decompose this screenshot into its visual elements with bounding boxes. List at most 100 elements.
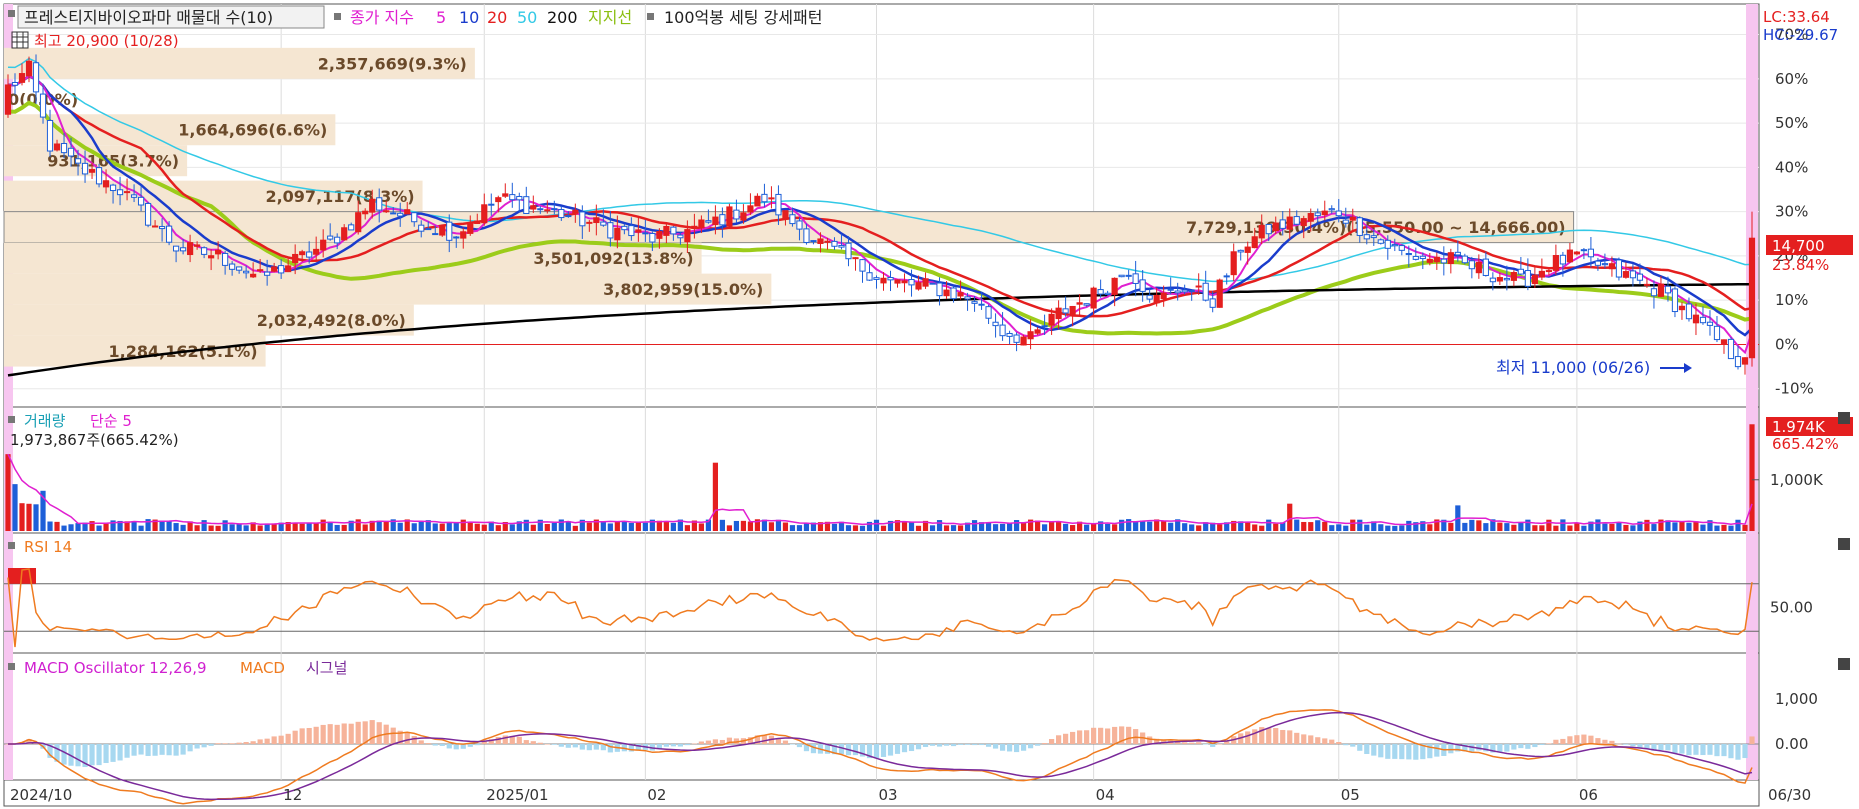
rsi-y-tick: 50.00 [1770,599,1813,617]
volume-last: 1.974K [1772,418,1826,436]
volume-bar [1161,521,1167,531]
candle-body [1629,270,1637,279]
candle-body [1174,290,1181,294]
volume-bar [775,519,782,531]
rsi-panel[interactable] [3,532,1760,654]
candle-body [1748,237,1756,359]
rsi-close-icon[interactable] [1838,538,1850,550]
macd-osc-bar [999,744,1006,751]
candle-body [1216,279,1223,308]
macd-osc-bar [411,736,417,744]
volume-close-icon[interactable] [1838,412,1850,424]
candle-body [1335,210,1342,217]
macd-osc-bar [1287,730,1293,744]
candle-body [866,272,873,281]
candle-body [1426,258,1433,263]
macd-osc-bar [264,738,270,744]
candle-body [1454,251,1461,256]
volume-bar [1294,519,1300,531]
candle-body [95,167,103,185]
macd-osc-bar [1041,743,1048,744]
candle-body [1475,261,1482,274]
volume-bar [1084,524,1090,531]
candle-body [642,232,649,235]
candle-body [537,208,544,211]
volume-bar [768,522,775,531]
volume-bar [558,519,564,531]
volume-bar [1448,522,1454,531]
macd-osc-bar [1721,744,1727,757]
macd-osc-bar [1560,738,1566,744]
macd-osc-bar [320,724,326,744]
volume-bar [1315,520,1321,531]
highlight-column-right [1746,4,1758,780]
volume-bar [992,524,999,531]
volume-bar [509,524,515,531]
rsi-menu-icon[interactable] [8,542,15,549]
candle-body [1244,246,1251,253]
volume-bar [1679,521,1685,531]
candle-body [208,255,215,259]
volume-menu-icon[interactable] [8,416,15,423]
menu-icon[interactable] [8,10,15,17]
candle-body [887,277,894,281]
volume-bar [789,525,796,531]
candle-body [1468,260,1475,270]
candle-body [362,210,369,215]
volume-bar [19,503,25,531]
candle-body [369,198,376,213]
candle-body [705,220,712,223]
macd-osc-bar [159,744,165,755]
candle-body [341,227,348,241]
stock-chart[interactable]: 2,357,669(9.3%)1,664,696(6.6%)931,165(3.… [0,0,1859,809]
candle-body [1398,245,1405,251]
macd-osc-bar [61,744,67,765]
volume-bar [1644,519,1650,531]
candle-body [579,211,586,227]
macd-osc-bar [544,743,550,745]
volume-bar [96,525,102,531]
macd-osc-bar [712,739,719,744]
candle-body [964,296,971,300]
candle-body [1104,292,1111,296]
candle-body [929,282,936,285]
candle-body [18,73,26,83]
volume-bar [642,522,648,531]
macd-osc-bar [593,744,599,750]
candle-body [1076,302,1083,305]
macd-osc-bar [1630,744,1636,747]
candle-body [1034,329,1041,334]
candle-body [803,228,810,243]
candle-body [390,212,397,215]
volume-bar [1560,519,1566,531]
macd-osc-bar [1588,735,1594,744]
candle-body [60,143,68,154]
candle-body [719,214,726,226]
macd-osc-bar [530,741,536,744]
volume-bar [411,523,417,531]
macd-osc-bar [908,744,915,752]
candle-body [1664,285,1672,294]
volume-bar [1497,522,1503,531]
volume-panel[interactable] [3,406,1760,534]
macd-close-icon[interactable] [1838,658,1850,670]
macd-osc-bar [1084,730,1090,744]
macd-osc-bar [1252,729,1258,744]
volume-bar [1301,521,1307,531]
hc-label: HC:-29.67 [1763,26,1838,44]
volume-profile-label: 3,802,959(15.0%) [603,280,763,299]
macd-osc-bar [523,740,529,744]
candle-body [257,269,264,272]
macd-osc-bar [1329,739,1335,744]
candle-body [1482,258,1489,276]
ma-legend-icon[interactable] [334,13,341,20]
pattern-legend-icon[interactable] [647,13,654,20]
candle-body [67,147,75,157]
volume-bar [1609,523,1615,531]
candle-body [1615,259,1623,278]
volume-bar [33,504,39,531]
volume-bar [1343,525,1349,531]
candle-body [74,158,82,164]
macd-menu-icon[interactable] [8,663,15,670]
candle-body [768,197,775,200]
